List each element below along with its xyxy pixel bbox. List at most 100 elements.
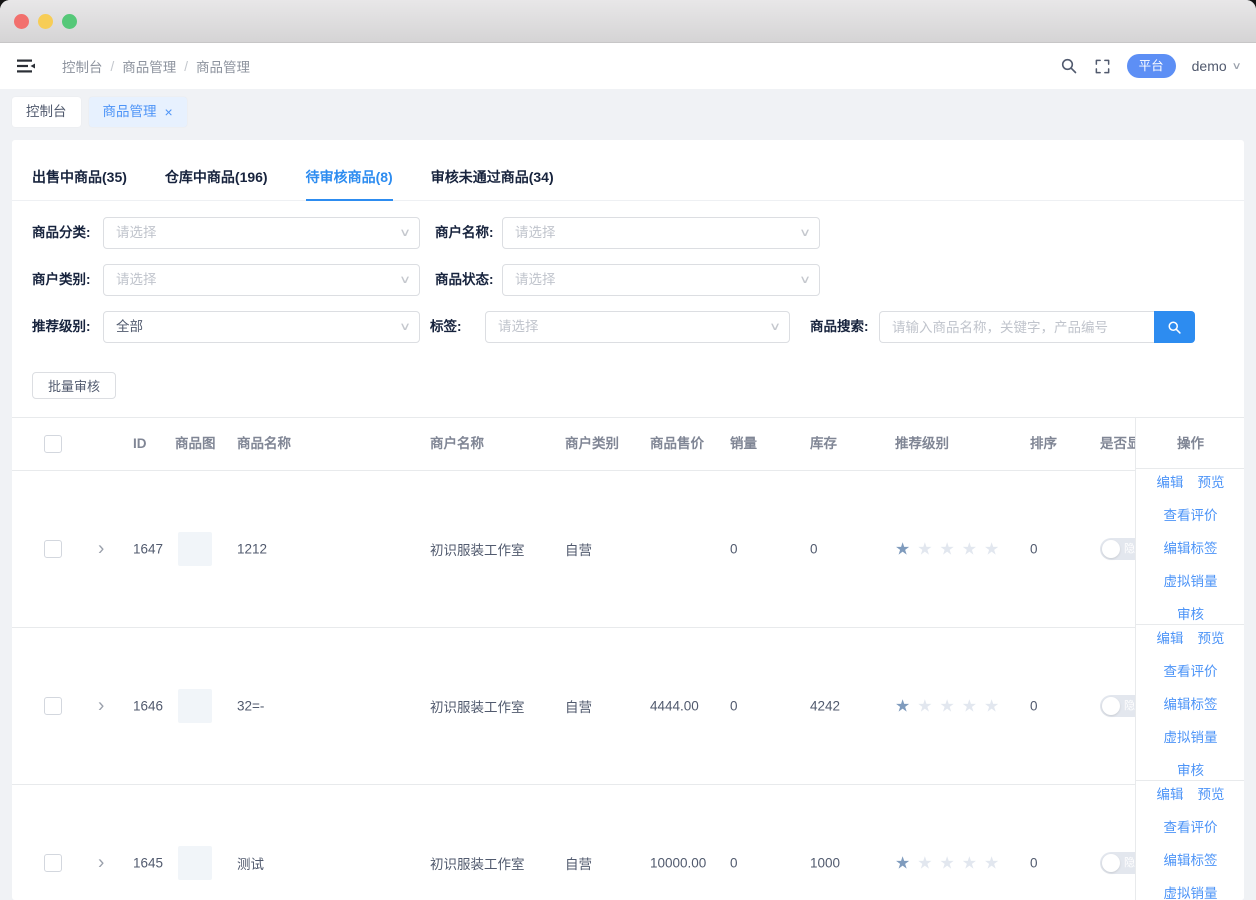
category-select[interactable]: 请选择 ∨ [103, 217, 420, 249]
edit-link[interactable]: 编辑 [1157, 471, 1184, 491]
merchant-type-select[interactable]: 请选择 ∨ [103, 264, 420, 296]
rating-stars[interactable]: ★ ★ ★ ★ ★ [895, 698, 999, 715]
cell-merchant: 初识服装工作室 [430, 539, 525, 559]
preview-link[interactable]: 预览 [1198, 783, 1225, 803]
sidebar-collapse-icon[interactable] [16, 58, 36, 74]
zoom-window-icon[interactable] [62, 14, 77, 29]
expand-row-icon[interactable]: › [98, 697, 104, 716]
preview-link[interactable]: 预览 [1198, 627, 1225, 647]
select-all-checkbox[interactable] [44, 435, 62, 453]
table-header: ID 商品图 商品名称 商户名称 商户类别 商品售价 销量 库存 推荐级别 排序… [12, 417, 1244, 471]
star-icon: ★ [895, 541, 910, 558]
breadcrumb-item[interactable]: 控制台 [62, 56, 103, 76]
select-placeholder: 请选择 [498, 319, 539, 334]
star-icon: ★ [984, 698, 999, 715]
edit-labels-link[interactable]: 编辑标签 [1164, 849, 1218, 869]
breadcrumb-separator: / [184, 59, 188, 74]
star-icon: ★ [917, 855, 932, 872]
col-header-rating: 推荐级别 [895, 418, 949, 470]
col-header-sales: 销量 [730, 418, 757, 470]
filter-area: 商品分类: 请选择 ∨ 商户名称: 请选择 ∨ 商户类别: 请选择 ∨ 商品状态… [12, 217, 1244, 343]
preview-link[interactable]: 预览 [1198, 471, 1225, 491]
minimize-window-icon[interactable] [38, 14, 53, 29]
col-header-price: 商品售价 [650, 418, 704, 470]
view-reviews-link[interactable]: 查看评价 [1164, 816, 1218, 836]
merchant-name-select[interactable]: 请选择 ∨ [502, 217, 820, 249]
cell-merchant-type: 自营 [565, 696, 592, 716]
star-icon: ★ [895, 698, 910, 715]
cell-id: 1645 [133, 856, 163, 871]
row-actions: 编辑 预览 查看评价 编辑标签 虚拟销量 审核 [1136, 469, 1244, 625]
cell-price: 4444.00 [650, 699, 699, 714]
tab-rejected[interactable]: 审核未通过商品(34) [431, 167, 554, 200]
recommend-level-select[interactable]: 全部 ∨ [103, 311, 420, 343]
select-placeholder: 请选择 [515, 225, 556, 240]
row-actions: 编辑 预览 查看评价 编辑标签 虚拟销量 审核 [1136, 781, 1244, 900]
close-window-icon[interactable] [14, 14, 29, 29]
virtual-sales-link[interactable]: 虚拟销量 [1164, 726, 1218, 746]
select-placeholder: 请选择 [116, 225, 157, 240]
label-select[interactable]: 请选择 ∨ [485, 311, 790, 343]
product-image [178, 532, 212, 566]
chevron-down-icon: ∨ [799, 218, 811, 248]
star-icon: ★ [962, 541, 977, 558]
col-header-merchant: 商户名称 [430, 418, 484, 470]
col-header-name: 商品名称 [237, 418, 291, 470]
rating-stars[interactable]: ★ ★ ★ ★ ★ [895, 855, 999, 872]
tab-onsale[interactable]: 出售中商品(35) [32, 167, 127, 200]
table-row: › 1645 测试 初识服装工作室 自营 10000.00 0 1000 ★ ★… [12, 785, 1244, 900]
review-link[interactable]: 审核 [1177, 603, 1204, 623]
tag-product-management[interactable]: 商品管理 × [89, 97, 187, 127]
role-badge: 平台 [1127, 54, 1176, 78]
edit-link[interactable]: 编辑 [1157, 783, 1184, 803]
tag-console[interactable]: 控制台 [12, 97, 81, 127]
cell-name: 1212 [237, 542, 267, 557]
product-search-input[interactable] [879, 311, 1154, 343]
row-checkbox[interactable] [44, 854, 62, 872]
expand-row-icon[interactable]: › [98, 540, 104, 559]
edit-link[interactable]: 编辑 [1157, 627, 1184, 647]
view-reviews-link[interactable]: 查看评价 [1164, 660, 1218, 680]
cell-merchant-type: 自营 [565, 539, 592, 559]
product-status-select[interactable]: 请选择 ∨ [502, 264, 820, 296]
row-actions: 编辑 预览 查看评价 编辑标签 虚拟销量 审核 [1136, 625, 1244, 781]
product-image [178, 846, 212, 880]
row-checkbox[interactable] [44, 540, 62, 558]
expand-row-icon[interactable]: › [98, 854, 104, 873]
toggle-knob [1102, 540, 1120, 558]
cell-sales: 0 [730, 856, 738, 871]
edit-labels-link[interactable]: 编辑标签 [1164, 537, 1218, 557]
app-window: 控制台 / 商品管理 / 商品管理 平台 demo ∨ [0, 0, 1256, 900]
cell-id: 1647 [133, 542, 163, 557]
review-link[interactable]: 审核 [1177, 759, 1204, 779]
cell-id: 1646 [133, 699, 163, 714]
batch-review-button[interactable]: 批量审核 [32, 372, 116, 399]
cell-sort: 0 [1030, 542, 1038, 557]
filter-label: 商户类别: [32, 264, 91, 296]
search-icon[interactable] [1060, 57, 1078, 75]
filter-label: 商品搜索: [810, 311, 869, 343]
filter-label: 商品状态: [435, 264, 494, 296]
cell-sort: 0 [1030, 856, 1038, 871]
cell-sales: 0 [730, 542, 738, 557]
fullscreen-icon[interactable] [1094, 58, 1111, 75]
tab-pending-review[interactable]: 待审核商品(8) [306, 167, 393, 200]
rating-stars[interactable]: ★ ★ ★ ★ ★ [895, 541, 999, 558]
star-icon: ★ [984, 541, 999, 558]
virtual-sales-link[interactable]: 虚拟销量 [1164, 570, 1218, 590]
edit-labels-link[interactable]: 编辑标签 [1164, 693, 1218, 713]
tab-warehouse[interactable]: 仓库中商品(196) [165, 167, 268, 200]
col-header-merchant-type: 商户类别 [565, 418, 619, 470]
star-icon: ★ [917, 698, 932, 715]
user-dropdown[interactable]: demo ∨ [1192, 58, 1240, 74]
star-icon: ★ [917, 541, 932, 558]
app-header: 控制台 / 商品管理 / 商品管理 平台 demo ∨ [0, 43, 1256, 89]
view-reviews-link[interactable]: 查看评价 [1164, 504, 1218, 524]
search-submit-button[interactable] [1154, 311, 1195, 343]
close-icon[interactable]: × [165, 97, 173, 127]
row-checkbox[interactable] [44, 697, 62, 715]
virtual-sales-link[interactable]: 虚拟销量 [1164, 882, 1218, 900]
breadcrumb-item[interactable]: 商品管理 [122, 56, 176, 76]
chevron-down-icon: ∨ [769, 312, 781, 342]
filter-label: 标签: [430, 311, 462, 343]
